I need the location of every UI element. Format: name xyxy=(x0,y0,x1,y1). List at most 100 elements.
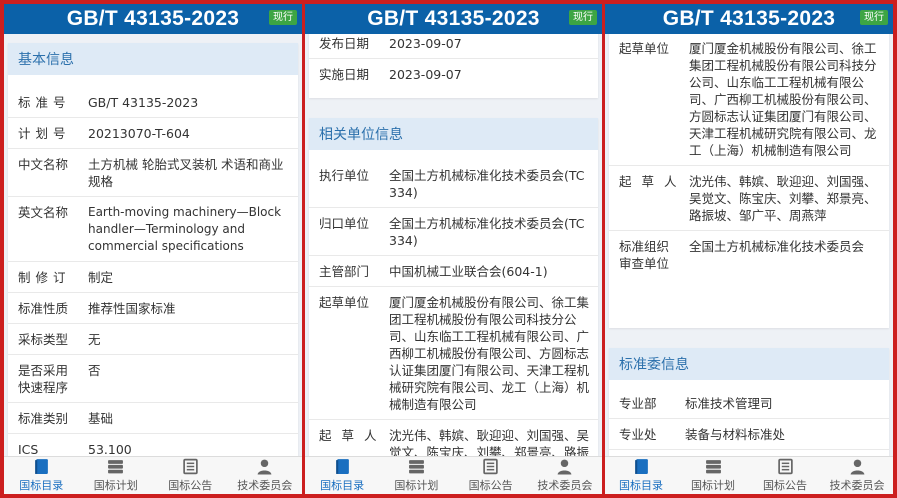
tab-plan[interactable]: 国标计划 xyxy=(79,457,154,494)
value-adopt-type: 无 xyxy=(88,332,101,347)
row-fast: 是否采用快速程序 否 xyxy=(8,355,298,403)
tab-catalog[interactable]: 国标目录 xyxy=(305,457,379,494)
panel-basic-info: GB/T 43135-2023 现行 基本信息 标准号 GB/T 43135-2… xyxy=(4,4,302,494)
panel-committee-info: GB/T 43135-2023 现行 起草单位 厦门厦金机械股份有限公司、徐工集… xyxy=(602,4,893,494)
content-scroll[interactable]: 基本信息 标准号 GB/T 43135-2023 计划号 20213070-T-… xyxy=(4,34,302,456)
row-std-no: 标准号 GB/T 43135-2023 xyxy=(8,87,298,118)
tab-committee[interactable]: 技术委员会 xyxy=(528,457,602,494)
row-drafter-unit: 起草单位 厦门厦金机械股份有限公司、徐工集团工程机械股份有限公司科技分公司、山东… xyxy=(609,34,889,166)
label-publish: 发布日期 xyxy=(319,36,370,51)
tab-notice[interactable]: 国标公告 xyxy=(749,457,821,494)
document-list-icon xyxy=(483,458,498,475)
label-implement: 实施日期 xyxy=(319,67,370,82)
value-exec: 全国土方机械标准化技术委员会(TC334) xyxy=(389,168,585,200)
row-dept: 主管部门 中国机械工业联合会(604-1) xyxy=(309,256,598,287)
row-plan-no: 计划号 20213070-T-604 xyxy=(8,118,298,149)
user-icon xyxy=(257,459,272,475)
document-list-icon xyxy=(183,458,198,475)
book-icon xyxy=(34,459,48,474)
status-badge: 现行 xyxy=(269,10,297,25)
row-publish: 发布日期 2023-09-07 xyxy=(309,34,598,59)
value-publish: 2023-09-07 xyxy=(389,36,462,51)
label-en-name: 英文名称 xyxy=(18,205,69,220)
label-dept: 主管部门 xyxy=(319,264,370,279)
label-nature: 标准性质 xyxy=(18,301,69,316)
value-drafter: 沈光伟、韩嫔、耿迎迎、刘国强、吴觉文、陈宝庆、刘攀、郑景亮、路振坡、邹广平、周燕… xyxy=(389,428,590,456)
value-en-name: Earth-moving machinery—Block handler—Ter… xyxy=(88,205,282,253)
app-header: GB/T 43135-2023 现行 xyxy=(4,4,302,34)
label-exec: 执行单位 xyxy=(319,168,370,183)
row-revise: 制修订 制定 xyxy=(8,262,298,293)
value-category: 基础 xyxy=(88,411,114,426)
tab-notice[interactable]: 国标公告 xyxy=(454,457,528,494)
tab-notice-label: 国标公告 xyxy=(468,479,513,492)
content-scroll[interactable]: 发布日期 2023-09-07 实施日期 2023-09-07 相关单位信息 执… xyxy=(305,34,602,456)
app-header: GB/T 43135-2023 现行 xyxy=(305,4,602,34)
document-list-icon xyxy=(777,458,793,475)
page-title: GB/T 43135-2023 xyxy=(66,7,240,30)
units-info-title: 相关单位信息 xyxy=(309,118,598,150)
page-title: GB/T 43135-2023 xyxy=(662,7,836,30)
tab-catalog-label: 国标目录 xyxy=(619,479,663,492)
label-revise: 制修订 xyxy=(18,270,71,285)
row-review: 标准组织审查单位 全国土方机械标准化技术委员会 xyxy=(609,231,889,278)
value-drafter-unit: 厦门厦金机械股份有限公司、徐工集团工程机械股份有限公司科技分公司、山东临工工程机… xyxy=(389,295,590,412)
tab-catalog[interactable]: 国标目录 xyxy=(605,457,677,494)
value-cn-name: 土方机械 轮胎式叉装机 术语和商业规格 xyxy=(88,157,284,189)
value-drafter: 沈光伟、韩嫔、耿迎迎、刘国强、吴觉文、陈宝庆、刘攀、郑景亮、路振坡、邹广平、周燕… xyxy=(689,174,877,223)
content-scroll[interactable]: 起草单位 厦门厦金机械股份有限公司、徐工集团工程机械股份有限公司科技分公司、山东… xyxy=(605,34,893,456)
label-adopt-type: 采标类型 xyxy=(18,332,69,347)
basic-info-card-tail: 发布日期 2023-09-07 实施日期 2023-09-07 xyxy=(309,34,598,98)
label-drafter-unit: 起草单位 xyxy=(619,41,670,56)
row-belong: 归口单位 全国土方机械标准化技术委员会(TC334) xyxy=(309,208,598,256)
value-fast: 否 xyxy=(88,363,101,378)
app-header: GB/T 43135-2023 现行 xyxy=(605,4,893,34)
row-implement: 实施日期 2023-09-07 xyxy=(309,59,598,89)
basic-info-card: 基本信息 标准号 GB/T 43135-2023 计划号 20213070-T-… xyxy=(8,43,298,456)
row-cn-name: 中文名称 土方机械 轮胎式叉装机 术语和商业规格 xyxy=(8,149,298,197)
tab-catalog-label: 国标目录 xyxy=(320,479,365,492)
row-drafter: 起草人 沈光伟、韩嫔、耿迎迎、刘国强、吴觉文、陈宝庆、刘攀、郑景亮、路振坡、邹广… xyxy=(609,166,889,231)
tab-committee[interactable]: 技术委员会 xyxy=(228,457,303,494)
tab-notice[interactable]: 国标公告 xyxy=(153,457,228,494)
label-drafter: 起草人 xyxy=(619,174,687,189)
user-icon xyxy=(557,459,572,475)
value-plan-no: 20213070-T-604 xyxy=(88,126,190,141)
bottom-tab-bar: 国标目录 国标计划 国标公告 技术委员会 xyxy=(605,456,893,494)
row-prof-dept: 专业部 标准技术管理司 xyxy=(609,388,889,419)
bottom-tab-bar: 国标目录 国标计划 国标公告 技术委员会 xyxy=(4,456,302,494)
tab-catalog[interactable]: 国标目录 xyxy=(4,457,79,494)
value-revise: 制定 xyxy=(88,270,114,285)
tab-plan[interactable]: 国标计划 xyxy=(379,457,453,494)
server-stack-icon xyxy=(108,460,124,474)
label-review: 标准组织审查单位 xyxy=(619,239,670,271)
server-stack-icon xyxy=(705,460,721,474)
page-title: GB/T 43135-2023 xyxy=(367,7,540,30)
label-std-no: 标准号 xyxy=(18,95,71,110)
value-dept: 中国机械工业联合会(604-1) xyxy=(389,264,548,279)
label-drafter: 起草人 xyxy=(319,428,387,443)
tab-committee-label: 技术委员会 xyxy=(537,479,593,492)
value-prof-office: 装备与材料标准处 xyxy=(685,427,786,442)
row-drafter-unit: 起草单位 厦门厦金机械股份有限公司、徐工集团工程机械股份有限公司科技分公司、山东… xyxy=(309,287,598,420)
panel-units-info: GB/T 43135-2023 现行 发布日期 2023-09-07 实施日期 … xyxy=(302,4,602,494)
value-nature: 推荐性国家标准 xyxy=(88,301,176,316)
tab-plan[interactable]: 国标计划 xyxy=(677,457,749,494)
tab-committee-label: 技术委员会 xyxy=(237,479,293,492)
label-plan-no: 计划号 xyxy=(18,126,71,141)
tab-committee[interactable]: 技术委员会 xyxy=(821,457,893,494)
tab-plan-label: 国标计划 xyxy=(93,479,138,492)
tab-notice-label: 国标公告 xyxy=(168,479,213,492)
row-en-name: 英文名称 Earth-moving machinery—Block handle… xyxy=(8,197,298,262)
tab-notice-label: 国标公告 xyxy=(763,479,807,492)
value-ics: 53.100 xyxy=(88,442,132,456)
row-drafter: 起草人 沈光伟、韩嫔、耿迎迎、刘国强、吴觉文、陈宝庆、刘攀、郑景亮、路振坡、邹广… xyxy=(309,420,598,456)
value-belong: 全国土方机械标准化技术委员会(TC334) xyxy=(389,216,585,248)
server-stack-icon xyxy=(408,460,424,474)
value-std-no: GB/T 43135-2023 xyxy=(88,95,199,110)
book-icon xyxy=(335,459,349,474)
label-prof-dept: 专业部 xyxy=(619,396,657,411)
label-category: 标准类别 xyxy=(18,411,69,426)
value-review: 全国土方机械标准化技术委员会 xyxy=(689,239,865,254)
row-category: 标准类别 基础 xyxy=(8,403,298,434)
